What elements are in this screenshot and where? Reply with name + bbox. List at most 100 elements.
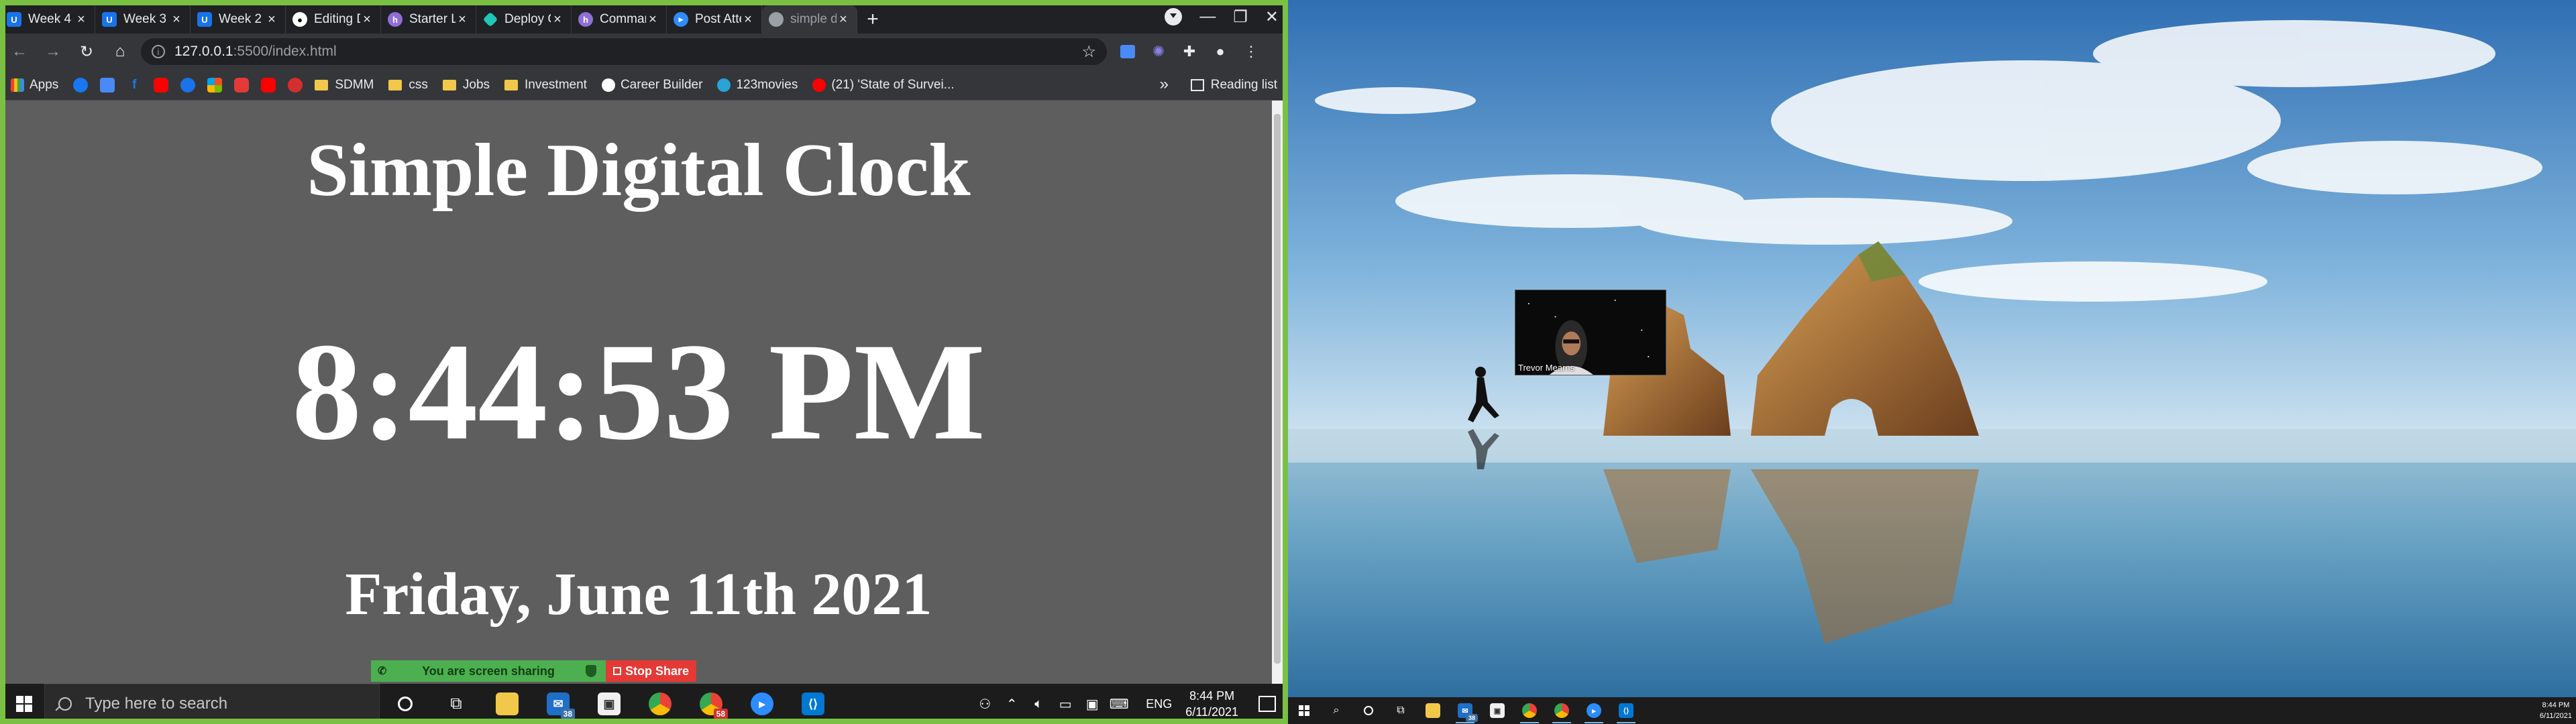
chrome-profile-icon[interactable] bbox=[1546, 697, 1578, 724]
close-window-button[interactable]: ✕ bbox=[1265, 7, 1279, 27]
settings-icon[interactable] bbox=[180, 77, 196, 93]
tab-command[interactable]: h Comman × bbox=[572, 5, 667, 34]
taskbar-clock[interactable]: 8:44 PM 6/11/2021 bbox=[1185, 688, 1238, 720]
people-icon[interactable]: ⚇ bbox=[971, 696, 998, 713]
bookmarks-overflow-button[interactable]: » bbox=[1160, 75, 1169, 94]
microsoft-icon[interactable] bbox=[207, 77, 223, 93]
scrollbar-thumb[interactable] bbox=[1274, 114, 1281, 664]
zoom-icon[interactable]: ▸ bbox=[737, 684, 788, 724]
minimize-button[interactable]: — bbox=[1199, 7, 1216, 26]
info-icon[interactable]: i bbox=[152, 45, 165, 58]
close-icon[interactable]: × bbox=[170, 12, 183, 27]
close-icon[interactable]: × bbox=[74, 12, 88, 27]
task-view-icon[interactable]: ⧉ bbox=[431, 684, 482, 724]
gear-extension-icon[interactable]: ✺ bbox=[1148, 42, 1169, 62]
tab-week-4[interactable]: U Week 4 : × bbox=[0, 5, 95, 34]
home-button[interactable]: ⌂ bbox=[106, 38, 134, 66]
store-icon[interactable]: ▣ bbox=[584, 684, 635, 724]
chrome-badge: 58 bbox=[713, 709, 728, 719]
store-icon[interactable]: ▣ bbox=[1481, 697, 1513, 724]
extensions-puzzle-icon[interactable]: ✚ bbox=[1179, 42, 1199, 62]
mail-icon[interactable]: ✉ 38 bbox=[533, 684, 584, 724]
tab-deploy[interactable]: Deploy C × bbox=[476, 5, 572, 34]
stop-share-button[interactable]: Stop Share bbox=[606, 660, 696, 682]
tab-editing[interactable]: ● Editing D × bbox=[286, 5, 381, 34]
chrome-profile-icon[interactable]: 58 bbox=[686, 684, 737, 724]
reload-button[interactable]: ↻ bbox=[72, 38, 101, 66]
close-icon[interactable]: × bbox=[455, 12, 469, 27]
tab-week-2[interactable]: U Week 2 : × bbox=[191, 5, 286, 34]
cortana-icon[interactable] bbox=[1352, 697, 1385, 724]
apps-shortcut[interactable]: Apps bbox=[11, 78, 58, 93]
bookmark-folder-investment[interactable]: Investment bbox=[504, 78, 587, 93]
vscode-icon[interactable]: ⟨⟩ bbox=[788, 684, 839, 724]
tab-post-attendee[interactable]: ▸ Post Atte × bbox=[667, 5, 762, 34]
task-view-icon[interactable]: ⧉ bbox=[1385, 697, 1417, 724]
address-bar[interactable]: i 127.0.0.1 :5500/index.html ☆ bbox=[141, 38, 1107, 65]
file-explorer-icon[interactable] bbox=[1417, 697, 1449, 724]
file-explorer-icon[interactable] bbox=[482, 684, 533, 724]
forward-button[interactable]: → bbox=[39, 38, 67, 66]
youtube-icon[interactable] bbox=[154, 77, 169, 93]
alert-icon[interactable] bbox=[288, 77, 303, 93]
cortana-icon[interactable] bbox=[380, 684, 431, 724]
translate-icon[interactable] bbox=[100, 77, 115, 93]
keyboard-icon[interactable]: ⌨ bbox=[1106, 696, 1132, 713]
windows-start-icon[interactable] bbox=[16, 696, 32, 712]
windows-start-icon[interactable] bbox=[1288, 697, 1320, 724]
zoom-tray-icon[interactable]: ▣ bbox=[1079, 696, 1106, 713]
tab-simple-digital-clock[interactable]: simple di × bbox=[762, 5, 857, 34]
close-icon[interactable]: × bbox=[646, 12, 659, 27]
close-icon[interactable]: × bbox=[741, 12, 755, 27]
tab-label: Starter L bbox=[409, 12, 455, 26]
window-controls: — ❐ ✕ bbox=[1165, 0, 1279, 34]
vscode-icon[interactable]: ⟨⟩ bbox=[1610, 697, 1642, 724]
new-tab-button[interactable]: + bbox=[857, 5, 888, 34]
tab-starter[interactable]: h Starter L × bbox=[381, 5, 476, 34]
translate-extension-icon[interactable] bbox=[1118, 42, 1138, 62]
profile-icon[interactable]: ● bbox=[1210, 42, 1230, 62]
right-monitor: Trevor Mearns ⌕ ⧉ ✉ 38 ▣ ▸ ⟨⟩ 8:44 PM 6/1… bbox=[1288, 0, 2576, 724]
facebook-icon[interactable] bbox=[73, 77, 89, 93]
zoom-video-thumbnail[interactable]: Trevor Mearns bbox=[1515, 290, 1666, 375]
close-icon[interactable]: × bbox=[551, 12, 564, 27]
network-icon[interactable]: ▭ bbox=[1052, 696, 1079, 713]
camera-icon[interactable] bbox=[234, 77, 250, 93]
search-icon[interactable]: ⌕ bbox=[1320, 697, 1352, 724]
netlify-icon bbox=[482, 11, 498, 27]
bookmark-state-of-surveillance[interactable]: (21) 'State of Survei... bbox=[812, 78, 955, 93]
volume-icon[interactable]: 🔈︎ bbox=[1025, 697, 1052, 712]
page-scrollbar[interactable] bbox=[1272, 101, 1283, 684]
close-icon[interactable]: × bbox=[837, 12, 850, 27]
tab-week-3[interactable]: U Week 3 : × bbox=[95, 5, 191, 34]
tab-label: Post Atte bbox=[695, 12, 741, 26]
tab-search-icon[interactable] bbox=[1165, 8, 1183, 25]
language-indicator[interactable]: ENG bbox=[1146, 697, 1172, 711]
chrome-icon[interactable] bbox=[1513, 697, 1546, 724]
restore-button[interactable]: ❐ bbox=[1233, 7, 1248, 27]
bookmark-folder-css[interactable]: css bbox=[388, 78, 428, 93]
reading-list-button[interactable]: Reading list bbox=[1190, 70, 1277, 101]
menu-kebab-icon[interactable]: ⋮ bbox=[1241, 42, 1261, 62]
url-path: :5500/index.html bbox=[233, 44, 337, 59]
facebook-f-icon[interactable]: f bbox=[127, 78, 142, 93]
chrome-icon[interactable] bbox=[635, 684, 686, 724]
bookmark-123movies[interactable]: 123movies bbox=[717, 78, 798, 93]
chevron-up-icon[interactable]: ⌃ bbox=[998, 696, 1025, 713]
bookmark-folder-jobs[interactable]: Jobs bbox=[442, 78, 490, 93]
bookmark-career-builder[interactable]: Career Builder bbox=[601, 78, 702, 93]
bookmark-label: Investment bbox=[525, 77, 587, 92]
notification-icon[interactable] bbox=[1258, 696, 1276, 712]
zoom-icon[interactable]: ▸ bbox=[1578, 697, 1610, 724]
stop-share-label: Stop Share bbox=[625, 664, 690, 678]
back-button[interactable]: ← bbox=[5, 38, 34, 66]
youtube-icon[interactable] bbox=[261, 77, 276, 93]
github-icon: ● bbox=[292, 12, 307, 27]
taskbar-clock-right[interactable]: 8:44 PM 6/11/2021 bbox=[2540, 700, 2572, 721]
bookmark-star-icon[interactable]: ☆ bbox=[1081, 42, 1096, 62]
taskbar-search-box[interactable]: Type here to search bbox=[44, 684, 380, 724]
mail-icon[interactable]: ✉ 38 bbox=[1449, 697, 1481, 724]
close-icon[interactable]: × bbox=[265, 12, 278, 27]
bookmark-folder-sdmm[interactable]: SDMM bbox=[315, 78, 374, 93]
close-icon[interactable]: × bbox=[360, 12, 374, 27]
